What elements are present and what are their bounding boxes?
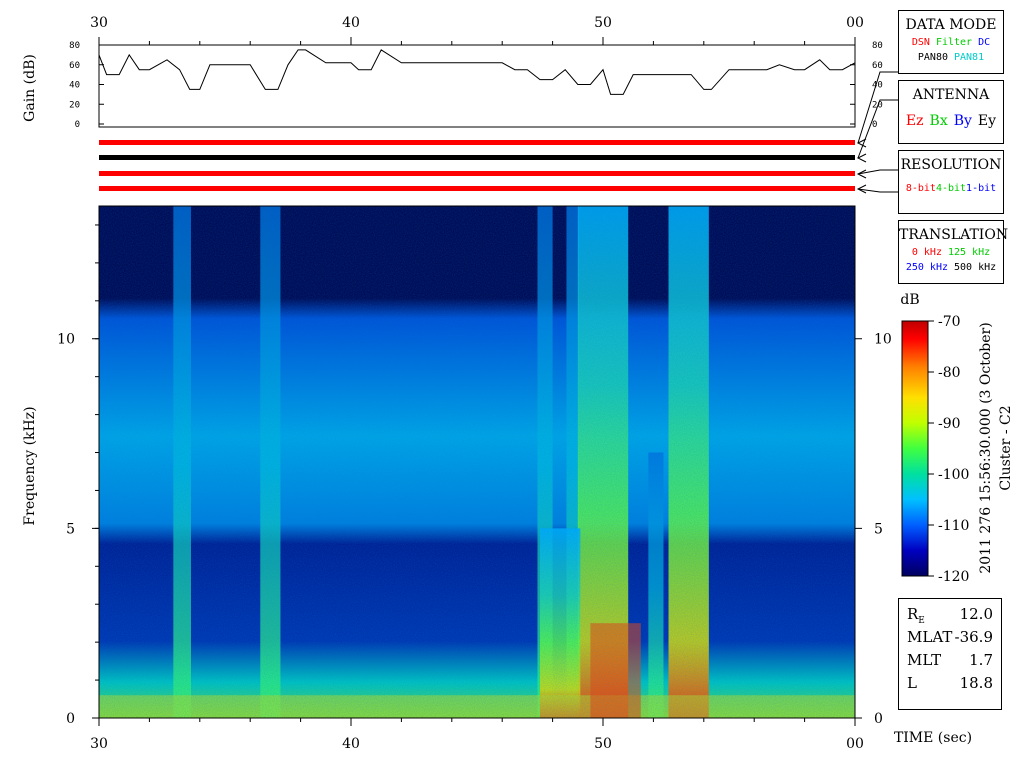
status-bar bbox=[99, 171, 855, 176]
colorbar-ticks: -70 -80 -90 -100 -110 -120 bbox=[928, 314, 969, 585]
legend-item: PAN81 bbox=[954, 52, 985, 63]
legend-item: 1-bit bbox=[966, 183, 997, 194]
ephemeris-row: MLT 1.7 bbox=[899, 649, 1001, 672]
colorbar-tick-label: -70 bbox=[938, 314, 961, 330]
ephemeris-label: MLAT bbox=[907, 628, 953, 646]
ephemeris-label: RE bbox=[907, 605, 925, 626]
time-tick-label-bottom: 30 bbox=[90, 736, 108, 752]
colorbar-caption-spacecraft: Cluster - C2 bbox=[998, 405, 1014, 490]
ephemeris-label: MLT bbox=[907, 651, 942, 669]
spectrogram-panel: 10 10 5 5 0 0 Frequency (kHz) bbox=[22, 205, 892, 727]
ephemeris-value: -36.9 bbox=[954, 628, 993, 646]
ephemeris-value: 18.8 bbox=[959, 674, 993, 692]
ephemeris-value: 1.7 bbox=[969, 651, 993, 669]
frequency-tick-label: 10 bbox=[57, 332, 75, 348]
gain-axis-label: Gain (dB) bbox=[22, 54, 38, 122]
ephemeris-box: RE 12.0 MLAT -36.9 MLT 1.7 L 18.8 bbox=[898, 598, 1002, 710]
ephemeris-row: MLAT -36.9 bbox=[899, 626, 1001, 649]
gain-tick-label: 80 bbox=[872, 41, 883, 51]
legend-item: 8-bit bbox=[905, 183, 936, 194]
gain-tick-label: 60 bbox=[69, 61, 80, 71]
legend-item: 4-bit bbox=[935, 183, 967, 194]
legend-item: Ez bbox=[905, 113, 924, 129]
frequency-axis-label: Frequency (kHz) bbox=[22, 406, 38, 525]
legend-item: Bx bbox=[929, 113, 948, 129]
legend-item: Ey bbox=[977, 113, 997, 129]
spectrogram-figure: 806040200 806040200 Gain (dB) 30 40 50 00 bbox=[22, 15, 1014, 752]
colorbar-tick-label: -90 bbox=[938, 416, 961, 432]
colorbar-unit: dB bbox=[900, 292, 919, 308]
legend-item: Filter bbox=[935, 37, 973, 48]
status-bar bbox=[99, 155, 855, 160]
colorbar-caption-date: 2011 276 15:56:30.000 (3 October) bbox=[978, 322, 994, 573]
legend-item: DC bbox=[978, 37, 991, 48]
time-tick-label-top: 50 bbox=[594, 15, 612, 31]
legend-data-mode-row1: DSN Filter DC bbox=[899, 37, 1003, 48]
time-tick-label-top: 40 bbox=[342, 15, 360, 31]
legend-item: PAN80 bbox=[917, 52, 948, 63]
frequency-tick-label: 0 bbox=[874, 711, 883, 727]
ephemeris-label: L bbox=[907, 674, 917, 692]
gain-tick-label: 40 bbox=[69, 81, 80, 91]
legend-data-mode-row2: PAN80 PAN81 bbox=[899, 52, 1003, 63]
legend-item: 500 kHz bbox=[954, 262, 997, 273]
frequency-tick-label: 5 bbox=[66, 521, 75, 537]
legend-translation: TRANSLATION 0 kHz 125 kHz 250 kHz 500 kHz bbox=[898, 220, 1009, 284]
legend-antenna: ANTENNA Ez Bx By Ey bbox=[898, 80, 1004, 144]
ephemeris-value: 12.0 bbox=[959, 605, 993, 623]
frequency-tick-label: 10 bbox=[874, 332, 892, 348]
status-bars bbox=[99, 140, 855, 191]
legend-item: 125 kHz bbox=[947, 247, 991, 258]
legend-resolution-items: 8-bit 4-bit 1-bit bbox=[899, 183, 1003, 194]
legend-item: 0 kHz bbox=[911, 247, 942, 258]
gain-tick-label: 0 bbox=[872, 120, 877, 130]
colorbar-tick-label: -80 bbox=[938, 365, 961, 381]
colorbar-tick-label: -100 bbox=[938, 467, 969, 483]
legend-resolution-title: RESOLUTION bbox=[900, 157, 1002, 173]
legend-translation-row1: 0 kHz 125 kHz bbox=[899, 247, 1003, 258]
legend-item: By bbox=[953, 113, 972, 129]
time-axis-bottom: 30 40 50 00 bbox=[90, 718, 864, 752]
time-axis-top: 30 40 50 00 bbox=[90, 15, 864, 45]
frequency-tick-label: 0 bbox=[66, 711, 75, 727]
colorbar-tick-label: -110 bbox=[938, 518, 969, 534]
frequency-tick-label: 5 bbox=[874, 521, 883, 537]
legend-translation-title: TRANSLATION bbox=[899, 227, 1009, 243]
time-tick-label-top: 00 bbox=[846, 15, 864, 31]
gain-tick-label: 80 bbox=[69, 41, 80, 51]
colorbar-tick-label: -120 bbox=[938, 569, 969, 585]
gain-tick-label: 20 bbox=[69, 100, 80, 110]
ephemeris-row: RE 12.0 bbox=[899, 603, 1001, 626]
ephemeris-label-subscript: E bbox=[918, 616, 925, 626]
spectrogram-noise bbox=[99, 206, 855, 718]
gain-panel: 806040200 806040200 Gain (dB) bbox=[22, 41, 883, 130]
gain-tick-label: 60 bbox=[872, 61, 883, 71]
colorbar-gradient bbox=[901, 320, 929, 577]
time-tick-label-bottom: 40 bbox=[342, 736, 360, 752]
colorbar: dB -70 -80 -90 -100 -110 -120 2011 276 15:56:… bbox=[900, 292, 1014, 585]
time-tick-label-top: 30 bbox=[90, 15, 108, 31]
legend-translation-row2: 250 kHz 500 kHz bbox=[899, 262, 1003, 273]
legend-data-mode-title: DATA MODE bbox=[905, 17, 997, 33]
status-bar bbox=[99, 140, 855, 145]
status-bar bbox=[99, 186, 855, 191]
time-axis-title: TIME (sec) bbox=[894, 730, 972, 746]
legend-item: 250 kHz bbox=[905, 262, 948, 273]
ephemeris-rows: RE 12.0 MLAT -36.9 MLT 1.7 L 18.8 bbox=[899, 603, 1001, 695]
legend-antenna-title: ANTENNA bbox=[912, 87, 990, 103]
legend-data-mode: DATA MODE DSN Filter DC PAN80 PAN81 bbox=[898, 10, 1004, 74]
legend-item: DSN bbox=[911, 37, 930, 48]
ephemeris-row: L 18.8 bbox=[899, 672, 1001, 695]
gain-tick-label: 0 bbox=[75, 120, 80, 130]
gain-panel-frame bbox=[98, 44, 856, 128]
time-tick-label-bottom: 00 bbox=[846, 736, 864, 752]
gain-tick-label: 20 bbox=[872, 100, 883, 110]
legend-resolution: RESOLUTION 8-bit 4-bit 1-bit bbox=[898, 150, 1004, 214]
time-tick-label-bottom: 50 bbox=[594, 736, 612, 752]
legend-antenna-items: Ez Bx By Ey bbox=[899, 113, 1003, 129]
